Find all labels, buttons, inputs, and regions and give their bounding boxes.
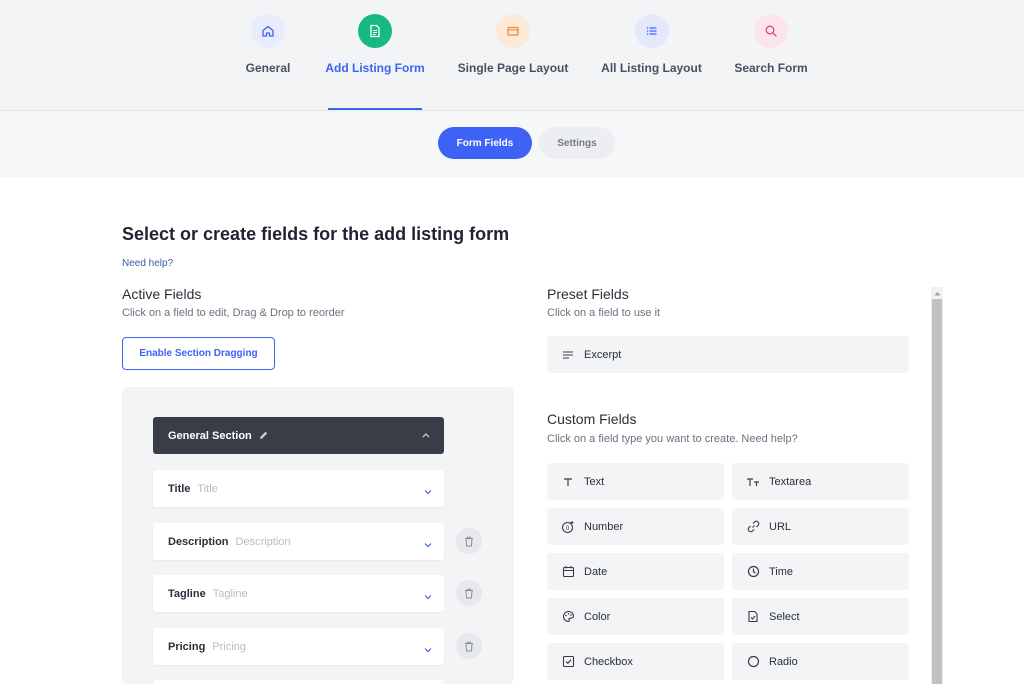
field-row-pricing[interactable]: Pricing Pricing	[153, 628, 444, 665]
custom-field-checkbox[interactable]: Checkbox	[547, 643, 724, 680]
general-section-header[interactable]: General Section	[153, 417, 444, 454]
section-title: General Section	[168, 429, 252, 442]
tab-single-page-layout[interactable]: Single Page Layout	[458, 0, 568, 110]
radio-icon	[746, 655, 760, 669]
custom-field-text[interactable]: Text	[547, 463, 724, 500]
form-icon	[358, 14, 392, 48]
trash-icon	[464, 588, 474, 599]
tile-label: Checkbox	[584, 655, 633, 668]
enable-section-dragging-button[interactable]: Enable Section Dragging	[122, 337, 275, 370]
custom-field-color[interactable]: Color	[547, 598, 724, 635]
tab-single-page-layout-label: Single Page Layout	[457, 61, 569, 75]
custom-field-date[interactable]: Date	[547, 553, 724, 590]
tile-label: Color	[584, 610, 611, 623]
layout-card-icon	[496, 14, 530, 48]
tab-general[interactable]: General	[238, 0, 298, 110]
scrollbar-thumb[interactable]	[932, 299, 942, 684]
checkbox-icon	[561, 655, 575, 669]
palette-icon	[561, 610, 575, 624]
textarea-icon	[746, 475, 760, 489]
tab-general-label: General	[245, 61, 291, 75]
active-fields-title: Active Fields	[122, 286, 202, 302]
field-row-description[interactable]: Description Description	[153, 523, 444, 560]
custom-field-url[interactable]: URL	[732, 508, 909, 545]
tab-search-form[interactable]: Search Form	[734, 0, 808, 110]
custom-field-number[interactable]: 0 Number	[547, 508, 724, 545]
scroll-up-arrow-icon[interactable]	[931, 287, 943, 299]
trash-icon	[464, 536, 474, 547]
tile-label: Textarea	[769, 475, 812, 488]
home-icon	[251, 14, 285, 48]
tile-label: Number	[584, 520, 624, 533]
clock-icon	[746, 565, 760, 579]
preset-fields-title: Preset Fields	[547, 286, 629, 302]
number-icon: 0	[561, 520, 575, 534]
trash-icon	[464, 641, 474, 652]
chevron-down-icon[interactable]	[424, 587, 432, 605]
field-placeholder: Description	[235, 535, 291, 548]
field-name: Description	[168, 535, 229, 548]
field-name: Tagline	[168, 587, 206, 600]
field-row-title[interactable]: Title Title	[153, 470, 444, 507]
field-row-partial[interactable]	[153, 680, 444, 684]
tile-label: Select	[769, 610, 800, 623]
subtab-bar: Form Fields Settings	[0, 111, 1024, 177]
svg-text:0: 0	[566, 525, 570, 532]
field-placeholder: Title	[197, 482, 218, 495]
tile-label: URL	[769, 520, 792, 533]
chevron-down-icon[interactable]	[424, 535, 432, 553]
field-name: Pricing	[168, 640, 206, 653]
preset-field-excerpt[interactable]: Excerpt	[547, 336, 909, 373]
text-icon	[561, 475, 575, 489]
tab-add-listing-form-label: Add Listing Form	[325, 61, 425, 75]
field-name: Title	[168, 482, 191, 495]
active-fields-subtitle: Click on a field to edit, Drag & Drop to…	[122, 307, 345, 319]
custom-field-radio[interactable]: Radio	[732, 643, 909, 680]
custom-fields-title: Custom Fields	[547, 411, 637, 427]
form-fields-subtab[interactable]: Form Fields	[438, 127, 532, 159]
tile-label: Excerpt	[584, 348, 622, 361]
tab-all-listing-layout[interactable]: All Listing Layout	[601, 0, 702, 110]
settings-subtab[interactable]: Settings	[539, 127, 615, 159]
field-row-tagline[interactable]: Tagline Tagline	[153, 575, 444, 612]
chevron-down-icon[interactable]	[424, 640, 432, 658]
delete-field-button[interactable]	[456, 580, 482, 606]
custom-field-textarea[interactable]: Textarea	[732, 463, 909, 500]
pencil-icon[interactable]	[258, 430, 269, 441]
need-help-link[interactable]: Need help?	[122, 258, 173, 269]
list-icon	[634, 14, 669, 48]
custom-field-select[interactable]: Select	[732, 598, 909, 635]
search-icon	[754, 14, 788, 48]
select-file-icon	[746, 610, 760, 624]
tile-label: Radio	[769, 655, 798, 668]
link-icon	[746, 520, 760, 534]
tile-label: Date	[584, 565, 608, 578]
tab-add-listing-form[interactable]: Add Listing Form	[325, 0, 425, 110]
page-title: Select or create fields for the add list…	[122, 224, 510, 244]
preset-fields-subtitle: Click on a field to use it	[547, 307, 661, 319]
tile-label: Text	[584, 475, 605, 488]
tab-search-form-label: Search Form	[734, 61, 808, 75]
excerpt-lines-icon	[561, 348, 575, 362]
tile-label: Time	[769, 565, 794, 578]
custom-field-time[interactable]: Time	[732, 553, 909, 590]
calendar-icon	[561, 565, 575, 579]
chevron-up-icon[interactable]	[422, 432, 430, 438]
delete-field-button[interactable]	[456, 633, 482, 659]
tab-all-listing-layout-label: All Listing Layout	[601, 61, 702, 75]
chevron-down-icon[interactable]	[424, 482, 432, 500]
field-placeholder: Pricing	[212, 640, 246, 653]
field-placeholder: Tagline	[212, 587, 248, 600]
custom-fields-subtitle: Click on a field type you want to create…	[547, 433, 798, 445]
settings-tab-bar: General Add Listing Form Single Page Lay…	[0, 0, 1024, 111]
delete-field-button[interactable]	[456, 528, 482, 554]
